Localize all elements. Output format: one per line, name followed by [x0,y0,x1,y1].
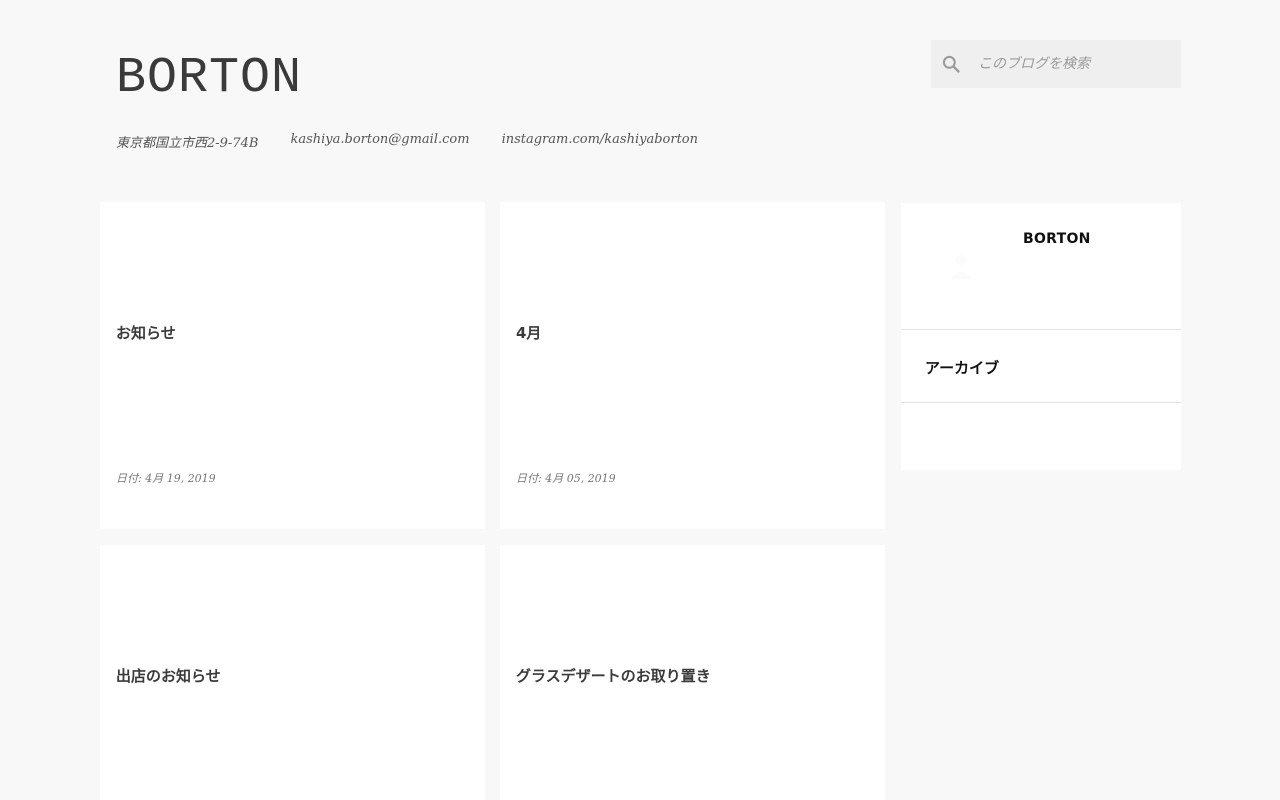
search-icon[interactable] [940,53,962,75]
profile-name[interactable]: BORTON [1023,231,1091,247]
post-title[interactable]: 4月 [516,322,541,343]
post-date: 日付: 4月 05, 2019 [516,472,616,485]
post-date: 日付: 4月 19, 2019 [116,472,216,485]
post-title[interactable]: グラスデザートのお取り置き [516,665,711,686]
address-text: 東京都国立市西2-9-74B [116,136,259,151]
post-title[interactable]: 出店のお知らせ [116,665,221,686]
archive-widget: アーカイブ [901,330,1181,403]
post-title[interactable]: お知らせ [116,322,176,343]
archive-title[interactable]: アーカイブ [925,357,999,378]
avatar-icon[interactable] [951,253,971,279]
post-card[interactable]: グラスデザートのお取り置き [500,545,885,800]
instagram-link[interactable]: instagram.com/kashiyaborton [502,132,698,151]
profile-widget: BORTON [901,203,1181,330]
site-title[interactable]: BORTON [116,50,302,108]
sidebar: BORTON アーカイブ [901,203,1181,470]
post-card[interactable]: お知らせ 日付: 4月 19, 2019 [100,202,485,529]
contact-bar: 東京都国立市西2-9-74B kashiya.borton@gmail.com … [116,132,730,151]
post-card[interactable]: 出店のお知らせ [100,545,485,800]
search-input[interactable] [978,56,1168,72]
email-link[interactable]: kashiya.borton@gmail.com [290,132,469,151]
search-box[interactable] [931,40,1181,88]
post-card[interactable]: 4月 日付: 4月 05, 2019 [500,202,885,529]
